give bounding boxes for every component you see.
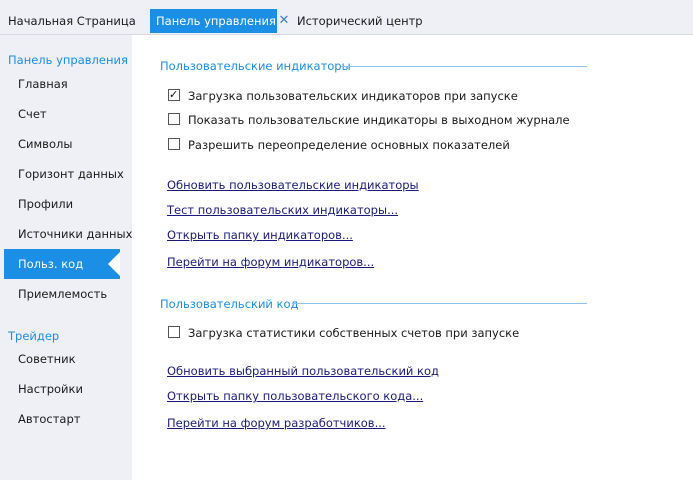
sidebar-item-custom-code[interactable]: Польз. код xyxy=(4,249,120,279)
link-indicators-forum[interactable]: Перейти на форум индикаторов... xyxy=(167,255,374,269)
sidebar-item-acceptability[interactable]: Приемлемость xyxy=(0,279,132,309)
checkbox-unchecked-icon[interactable] xyxy=(168,138,180,150)
checkbox-label: Показать пользовательские индикаторы в в… xyxy=(188,113,570,127)
tab-home[interactable]: Начальная Страница xyxy=(2,9,142,33)
sidebar-item-profiles[interactable]: Профили xyxy=(0,189,132,219)
sidebar-item-advisor[interactable]: Советник xyxy=(0,344,132,374)
sidebar-item-data-horizon[interactable]: Горизонт данных xyxy=(0,159,132,189)
checkbox-label: Разрешить переопределение основных показ… xyxy=(188,138,510,152)
link-refresh-custom-code[interactable]: Обновить выбранный пользовательский код xyxy=(167,364,439,378)
tab-bar: Начальная Страница Панель управления ✕ И… xyxy=(0,0,693,35)
sidebar-item-data-sources[interactable]: Источники данных xyxy=(0,219,132,249)
sidebar-item-main[interactable]: Главная xyxy=(0,69,132,99)
sidebar-item-account[interactable]: Счет xyxy=(0,99,132,129)
link-open-indicators-folder[interactable]: Открыть папку индикаторов... xyxy=(167,228,353,242)
tab-history-center[interactable]: Исторический центр xyxy=(291,9,429,33)
sidebar-item-symbols[interactable]: Символы xyxy=(0,129,132,159)
section-divider xyxy=(292,303,587,304)
link-refresh-indicators[interactable]: Обновить пользовательские индикаторы xyxy=(167,178,419,192)
link-developers-forum[interactable]: Перейти на форум разработчиков... xyxy=(167,416,386,430)
checkbox-load-account-stats[interactable]: Загрузка статистики собственных счетов п… xyxy=(168,325,519,341)
checkbox-checked-icon[interactable] xyxy=(168,87,180,103)
sidebar: Панель управления Главная Счет Символы Г… xyxy=(0,35,132,480)
sidebar-section-trader: Трейдер xyxy=(8,329,60,343)
tab-control-panel[interactable]: Панель управления xyxy=(150,9,277,33)
checkbox-label: Загрузка пользовательских индикаторов пр… xyxy=(188,89,518,103)
checkbox-show-indicators-log[interactable]: Показать пользовательские индикаторы в в… xyxy=(168,112,570,128)
checkbox-allow-override[interactable]: Разрешить переопределение основных показ… xyxy=(168,137,510,153)
link-open-custom-code-folder[interactable]: Открыть папку пользовательского кода... xyxy=(167,389,423,403)
checkbox-unchecked-icon[interactable] xyxy=(168,113,180,125)
section-title-custom-code: Пользовательский код xyxy=(160,297,299,311)
sidebar-item-autostart[interactable]: Автостарт xyxy=(0,404,132,434)
section-divider xyxy=(341,66,587,67)
link-test-indicators[interactable]: Тест пользовательских индикаторы... xyxy=(167,203,398,217)
checkbox-label: Загрузка статистики собственных счетов п… xyxy=(188,326,520,340)
checkbox-unchecked-icon[interactable] xyxy=(168,326,180,338)
checkbox-load-indicators[interactable]: Загрузка пользовательских индикаторов пр… xyxy=(168,87,518,104)
sidebar-section-title: Панель управления xyxy=(8,53,128,67)
sidebar-item-settings[interactable]: Настройки xyxy=(0,374,132,404)
section-title-indicators: Пользовательские индикаторы xyxy=(160,59,351,73)
